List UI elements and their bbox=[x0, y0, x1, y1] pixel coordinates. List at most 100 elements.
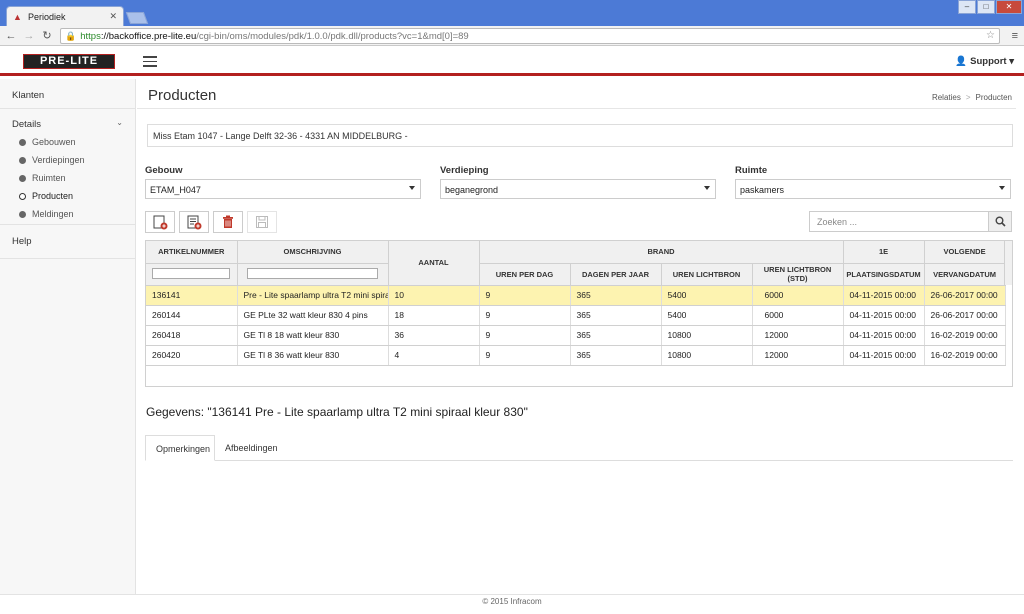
page-title: Producten bbox=[148, 87, 217, 104]
cell-uren-per-dag: 9 bbox=[479, 305, 571, 326]
cell-uren-per-dag: 9 bbox=[479, 345, 571, 366]
col-header-artikelnummer[interactable]: ARTIKELNUMMER bbox=[146, 241, 238, 264]
bullet-icon bbox=[19, 210, 26, 218]
caret-down-icon bbox=[999, 186, 1005, 190]
cell-aantal: 10 bbox=[388, 285, 480, 306]
add-multiple-button[interactable] bbox=[179, 211, 209, 233]
search-input[interactable] bbox=[809, 211, 989, 232]
sidebar-item-label: Meldingen bbox=[32, 209, 74, 219]
lock-icon: 🔒 bbox=[65, 30, 77, 41]
brand-logo[interactable]: PRE-LITE bbox=[23, 54, 115, 69]
col-header-uren-per-dag[interactable]: UREN PER DAG bbox=[479, 263, 571, 286]
page-scrollbar[interactable] bbox=[1016, 79, 1024, 594]
sidebar-item-help[interactable]: Help bbox=[0, 225, 135, 259]
tab-opmerkingen[interactable]: Opmerkingen bbox=[145, 435, 215, 461]
col-header-uren-lichtbron-std[interactable]: UREN LICHTBRON (STD) bbox=[752, 263, 844, 286]
cell-uren-lichtbron: 10800 bbox=[661, 325, 753, 346]
sidebar-item-label: Producten bbox=[32, 191, 74, 201]
table-row[interactable]: 136141 Pre - Lite spaarlamp ultra T2 min… bbox=[146, 285, 1006, 306]
cell-artikelnummer: 260418 bbox=[146, 325, 238, 346]
caret-down-icon: ▾ bbox=[1009, 56, 1014, 67]
verdieping-select[interactable]: beganegrond bbox=[440, 179, 716, 199]
url-host: ://backoffice.pre-lite.eu bbox=[100, 30, 197, 42]
caret-down-icon bbox=[704, 186, 710, 190]
col-header-omschrijving[interactable]: OMSCHRIJVING bbox=[237, 241, 389, 264]
support-menu[interactable]: 👤 Support ▾ bbox=[955, 56, 1014, 67]
minimize-icon[interactable]: – bbox=[958, 0, 976, 14]
save-button[interactable] bbox=[247, 211, 277, 233]
support-label: Support bbox=[970, 56, 1007, 67]
new-tab-button[interactable] bbox=[125, 12, 149, 24]
url-scheme: https bbox=[80, 30, 101, 42]
address-bar[interactable]: 🔒 https://backoffice.pre-lite.eu/cgi-bin… bbox=[60, 28, 1000, 44]
sidebar-item-ruimten[interactable]: Ruimten bbox=[0, 169, 135, 187]
cell-plaatsingsdatum: 04-11-2015 00:00 bbox=[843, 325, 925, 346]
ruimte-value: paskamers bbox=[740, 185, 785, 195]
gebouw-select[interactable]: ETAM_H047 bbox=[145, 179, 421, 199]
search-button[interactable] bbox=[988, 211, 1012, 232]
back-arrow-icon[interactable]: ← bbox=[4, 29, 18, 43]
add-product-button[interactable] bbox=[145, 211, 175, 233]
sidebar-section-label: Details bbox=[12, 119, 42, 130]
cell-aantal: 4 bbox=[388, 345, 480, 366]
col-header-uren-lichtbron[interactable]: UREN LICHTBRON bbox=[661, 263, 753, 286]
filter-cell-omschrijving bbox=[237, 263, 389, 286]
omschrijving-filter-input[interactable] bbox=[246, 268, 379, 279]
sidebar-item-verdiepingen[interactable]: Verdiepingen bbox=[0, 151, 135, 169]
page-header: Producten Relaties > Producten bbox=[137, 79, 1024, 109]
browser-menu-icon[interactable]: ≡ bbox=[1012, 30, 1018, 42]
col-header-dagen-per-jaar[interactable]: DAGEN PER JAAR bbox=[570, 263, 662, 286]
cell-dagen-per-jaar: 365 bbox=[570, 285, 662, 306]
tab-afbeeldingen[interactable]: Afbeeldingen bbox=[215, 435, 287, 461]
cell-artikelnummer: 136141 bbox=[146, 285, 238, 306]
favicon-icon: ▲ bbox=[13, 11, 22, 22]
sidebar-item-label: Ruimten bbox=[32, 173, 66, 183]
close-tab-icon[interactable]: ✕ bbox=[109, 11, 117, 22]
delete-button[interactable] bbox=[213, 211, 243, 233]
add-list-icon bbox=[187, 215, 202, 230]
table-row[interactable]: 260418 GE Tl 8 18 watt kleur 830 36 9 36… bbox=[146, 325, 1006, 346]
floppy-disk-icon bbox=[256, 216, 268, 228]
cell-artikelnummer: 260420 bbox=[146, 345, 238, 366]
col-header-vervangdatum[interactable]: VERVANGDATUM bbox=[924, 263, 1006, 286]
maximize-icon[interactable]: □ bbox=[977, 0, 995, 14]
sidebar-item-klanten[interactable]: Klanten bbox=[0, 79, 135, 109]
cell-uren-lichtbron: 5400 bbox=[661, 305, 753, 326]
gebouw-value: ETAM_H047 bbox=[150, 185, 201, 195]
add-document-icon bbox=[153, 215, 168, 230]
cell-dagen-per-jaar: 365 bbox=[570, 305, 662, 326]
cell-uren-lichtbron-std: 6000 bbox=[752, 285, 844, 306]
window-close-icon[interactable]: ✕ bbox=[996, 0, 1022, 14]
verdieping-value: beganegrond bbox=[445, 185, 499, 195]
chevron-down-icon: ⌄ bbox=[116, 118, 123, 127]
sidebar-item-gebouwen[interactable]: Gebouwen bbox=[0, 133, 135, 151]
products-grid: ARTIKELNUMMER OMSCHRIJVING AANTAL BRAND … bbox=[145, 240, 1013, 387]
ruimte-select[interactable]: paskamers bbox=[735, 179, 1011, 199]
cell-uren-per-dag: 9 bbox=[479, 325, 571, 346]
cell-aantal: 36 bbox=[388, 325, 480, 346]
table-row[interactable]: 260144 GE PLte 32 watt kleur 830 4 pins … bbox=[146, 305, 1006, 326]
sidebar-item-producten[interactable]: Producten bbox=[0, 187, 135, 205]
app-header: PRE-LITE 👤 Support ▾ bbox=[0, 47, 1024, 76]
cell-uren-lichtbron-std: 12000 bbox=[752, 345, 844, 366]
forward-arrow-icon[interactable]: → bbox=[22, 29, 36, 43]
breadcrumb-current: Producten bbox=[975, 93, 1012, 102]
bullet-icon bbox=[19, 156, 26, 164]
sidebar-section-details[interactable]: Details ⌄ bbox=[0, 109, 135, 133]
bookmark-star-icon[interactable]: ☆ bbox=[986, 30, 995, 41]
sidebar-item-meldingen[interactable]: Meldingen bbox=[0, 205, 135, 223]
reload-icon[interactable]: ↻ bbox=[40, 29, 54, 43]
grid-scrollbar[interactable] bbox=[1004, 241, 1012, 285]
artikelnummer-filter-input[interactable] bbox=[152, 268, 231, 279]
breadcrumb-relaties[interactable]: Relaties bbox=[932, 93, 961, 102]
details-tabs: Opmerkingen Afbeeldingen bbox=[145, 435, 1013, 461]
bullet-open-icon bbox=[19, 192, 26, 200]
browser-tab[interactable]: ▲ Periodiek ✕ bbox=[6, 6, 124, 26]
verdieping-label: Verdieping bbox=[440, 165, 489, 176]
col-header-aantal[interactable]: AANTAL bbox=[388, 241, 480, 286]
col-header-plaatsingsdatum[interactable]: PLAATSINGSDATUM bbox=[843, 263, 925, 286]
table-row[interactable]: 260420 GE Tl 8 36 watt kleur 830 4 9 365… bbox=[146, 345, 1006, 366]
cell-vervangdatum: 16-02-2019 00:00 bbox=[924, 345, 1006, 366]
hamburger-menu-icon[interactable] bbox=[143, 56, 157, 67]
cell-dagen-per-jaar: 365 bbox=[570, 345, 662, 366]
